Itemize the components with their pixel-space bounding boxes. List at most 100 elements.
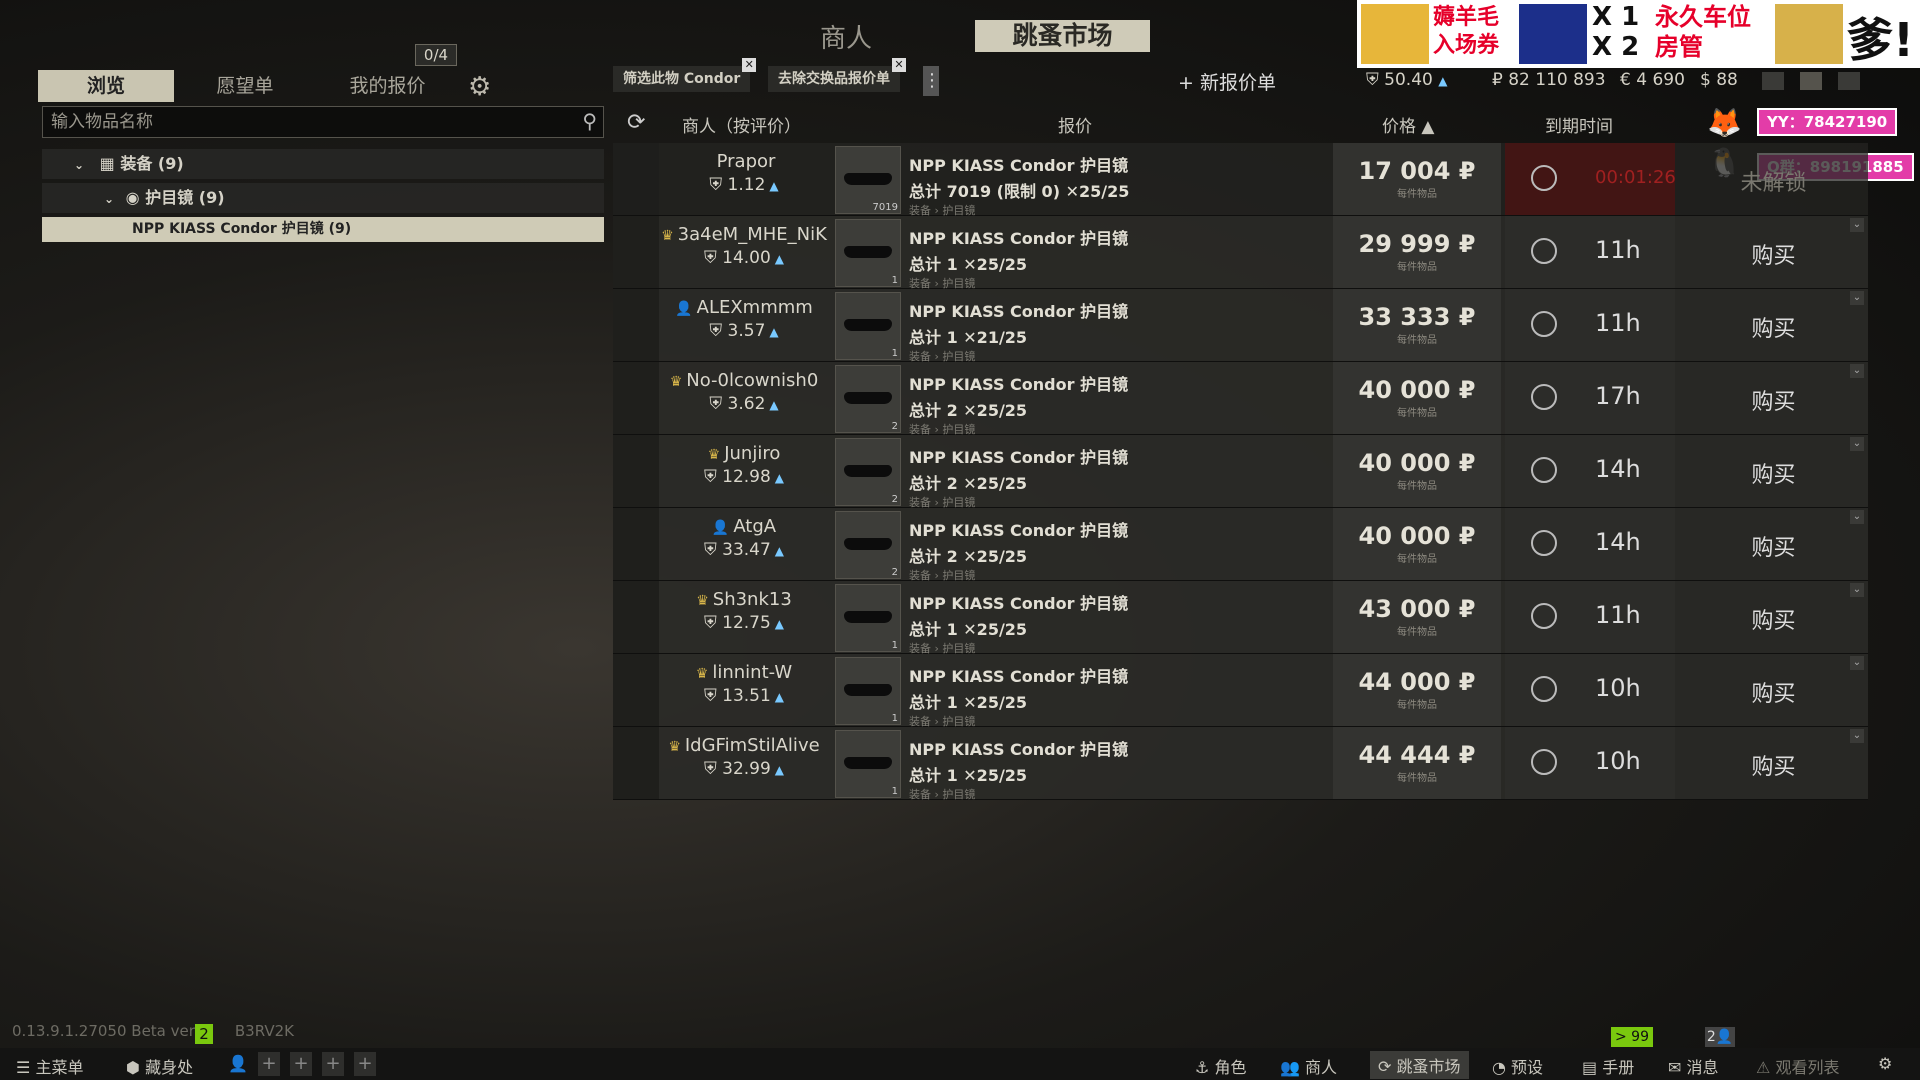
list-icon[interactable] [1800,72,1822,90]
more-options-button[interactable]: ⋮ [923,66,941,96]
version-text: 0.13.9.1.27050 Beta versi B3RV2K [12,1022,294,1040]
chevron-down-icon[interactable]: ⌄ [1850,364,1864,378]
header-expires[interactable]: 到期时间 [1545,112,1613,137]
item-thumbnail[interactable]: 2 [835,438,901,506]
clock-icon [1531,384,1557,410]
tab-traders[interactable]: 商人 [820,18,872,55]
search-input[interactable] [49,110,573,134]
seller-cell[interactable]: 👤 AtgA ⛨ 33.47 ▲ [659,508,829,580]
chevron-down-icon[interactable]: ⌄ [1850,729,1864,743]
messages-button[interactable]: ✉ 消息 [1668,1054,1719,1078]
expiry-cell: 14h [1505,508,1675,580]
add-slot-button[interactable]: + [322,1052,344,1076]
tree-subcategory-label: 护目镜 (9) [145,188,225,207]
chevron-down-icon[interactable]: ⌄ [1850,583,1864,597]
buy-cell[interactable]: 购买 ⌄ [1679,362,1868,434]
close-icon[interactable]: ✕ [892,58,906,72]
tab-flea-market[interactable]: 跳蚤市场 [975,20,1150,52]
seller-cell[interactable]: ♛ No-0lcownish0 ⛨ 3.62 ▲ [659,362,829,434]
filter-chip-barter[interactable]: 去除交换品报价单 ✕ [768,58,906,92]
profile-button[interactable]: 👤 [228,1054,248,1073]
item-stock: 总计 1 ✕21/25 [909,328,1028,347]
grid-icon[interactable] [1838,72,1860,90]
new-offer-button[interactable]: + 新报价单 [1178,68,1276,95]
close-icon[interactable]: ✕ [742,58,757,72]
add-slot-button[interactable]: + [290,1052,312,1076]
chevron-down-icon[interactable]: ⌄ [1850,218,1864,232]
expiry-time: 17h [1595,382,1641,410]
buy-cell[interactable]: 购买 ⌄ [1679,727,1868,799]
seller-cell[interactable]: ♛ Junjiro ⛨ 12.98 ▲ [659,435,829,507]
seller-cell[interactable]: ♛ IdGFimStilAlive ⛨ 32.99 ▲ [659,727,829,799]
buy-button[interactable]: 购买 [1679,603,1868,635]
add-slot-button[interactable]: + [354,1052,376,1076]
seller-rating: 14.00 [722,248,771,268]
buy-cell[interactable]: 购买 ⌄ [1679,581,1868,653]
buy-button[interactable]: 购买 [1679,457,1868,489]
chevron-down-icon[interactable]: ⌄ [1850,510,1864,524]
buy-cell[interactable]: 未解锁 [1679,143,1868,215]
expiry-time: 00:01:26 [1595,167,1676,188]
buy-button[interactable]: 购买 [1679,311,1868,343]
chevron-down-icon[interactable]: ⌄ [1850,437,1864,451]
buy-button[interactable]: 购买 [1679,749,1868,781]
add-slot-button[interactable]: + [258,1052,280,1076]
item-thumbnail[interactable]: 1 [835,657,901,725]
view-mode-toggle[interactable] [1762,72,1876,94]
tree-subcategory-goggles[interactable]: ⌄ ◉ 护目镜 (9) [42,183,604,213]
filter-chip-condor[interactable]: 筛选此物 Condor ✕ [613,58,757,92]
seller-cell[interactable]: ♛ Sh3nk13 ⛨ 12.75 ▲ [659,581,829,653]
buy-cell[interactable]: 购买 ⌄ [1679,508,1868,580]
item-thumbnail[interactable]: 1 [835,292,901,360]
buy-button[interactable]: 购买 [1679,676,1868,708]
flea-market-button[interactable]: ⟳ 跳蚤市场 [1370,1051,1469,1079]
chevron-down-icon[interactable]: ⌄ [1850,656,1864,670]
search-icon[interactable]: ⚲ [582,109,597,133]
gear-icon[interactable]: ⚙ [468,72,491,102]
watchlist-button[interactable]: ⚠ 观看列表 [1756,1054,1839,1078]
buy-button[interactable]: 购买 [1679,530,1868,562]
header-price-sort[interactable]: 价格 ▲ [1382,112,1434,137]
buy-button[interactable]: 购买 [1679,238,1868,270]
seller-cell[interactable]: Prapor ⛨ 1.12 ▲ [659,143,829,215]
seller-rating: 12.75 [722,613,771,633]
buy-button[interactable]: 购买 [1679,384,1868,416]
tree-category-gear[interactable]: ⌄ ▦ 装备 (9) [42,149,604,179]
item-thumbnail[interactable]: 1 [835,584,901,652]
buy-cell[interactable]: 购买 ⌄ [1679,289,1868,361]
item-thumbnail[interactable]: 7019 [835,146,901,214]
seller-cell[interactable]: 👤 ALEXmmmm ⛨ 3.57 ▲ [659,289,829,361]
rating-icon: ⛨ [709,394,728,414]
seller-name: Prapor [716,151,776,172]
buy-cell[interactable]: 购买 ⌄ [1679,435,1868,507]
tab-wishlist[interactable]: 愿望单 [190,70,300,102]
refresh-icon[interactable]: ⟳ [627,110,645,135]
handbook-button[interactable]: ▤ 手册 [1582,1054,1634,1078]
item-count: 2 [891,421,898,432]
character-button[interactable]: ⚓ 角色 [1195,1054,1246,1078]
table-row: Prapor ⛨ 1.12 ▲ 7019 NPP KIASS Condor 护目镜 总计 … [613,143,1868,217]
buy-cell[interactable]: 购买 ⌄ [1679,654,1868,726]
item-thumbnail[interactable]: 1 [835,219,901,287]
tree-item-condor[interactable]: NPP KIASS Condor 护目镜 (9) [42,217,604,242]
friends-badge[interactable]: 2👤 [1705,1027,1735,1047]
seller-cell[interactable]: ♛ linnint-W ⛨ 13.51 ▲ [659,654,829,726]
seller-cell[interactable]: ♛ 3a4eM_MHE_NiK ⛨ 14.00 ▲ [659,216,829,288]
tab-my-offers[interactable]: 我的报价 [330,70,445,102]
tab-browse[interactable]: 浏览 [38,70,174,102]
settings-button[interactable]: ⚙ [1878,1054,1892,1073]
item-thumbnail[interactable]: 2 [835,511,901,579]
item-stock: 总计 2 ✕25/25 [909,474,1028,493]
chevron-down-icon[interactable]: ⌄ [1850,291,1864,305]
buy-cell[interactable]: 购买 ⌄ [1679,216,1868,288]
item-thumbnail[interactable]: 2 [835,365,901,433]
main-menu-button[interactable]: ☰ 主菜单 [16,1054,83,1078]
traders-button[interactable]: 👥 商人 [1280,1054,1337,1078]
header-trader-sort[interactable]: 商人（按评价） [682,112,801,137]
presets-button[interactable]: ◔ 预设 [1492,1054,1543,1078]
hideout-button[interactable]: ⬢ 藏身处 [126,1054,193,1078]
clock-icon [1531,311,1557,337]
item-thumbnail[interactable]: 1 [835,730,901,798]
ad-text: 薅羊毛 入场券 [1433,5,1500,58]
grid-small-icon[interactable] [1762,72,1784,90]
